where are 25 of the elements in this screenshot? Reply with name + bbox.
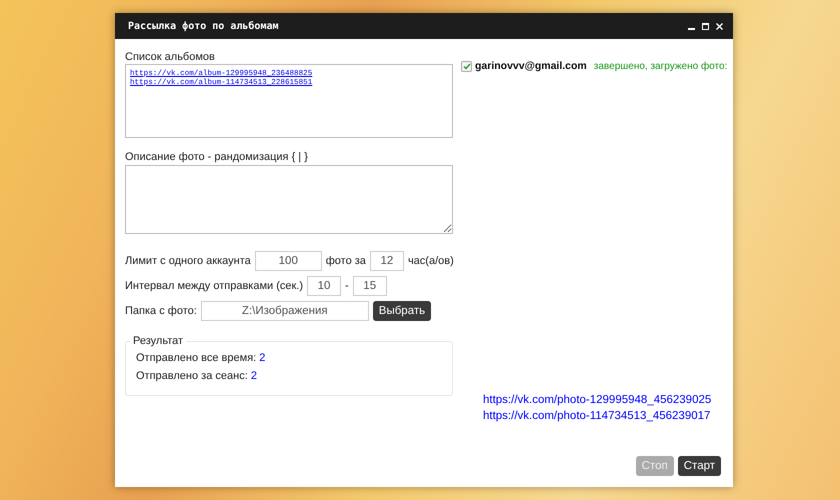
field-label: час(а/ов)	[408, 254, 454, 266]
interval-to-field[interactable]: 15	[352, 276, 387, 296]
field-label: Лимит с одного аккаунта	[125, 254, 251, 266]
limit-count-field[interactable]: 100	[254, 250, 322, 270]
separator-text: -	[345, 280, 349, 292]
result-legend: Результат	[130, 335, 186, 347]
field-label: Интервал между отправками (сек.)	[125, 280, 304, 292]
photo-link[interactable]: https://vk.com/photo-129995948_456239025	[483, 394, 731, 406]
window-title: Рассылка фото по альбомам	[128, 20, 280, 32]
interval-from-field[interactable]: 10	[307, 276, 342, 296]
folder-field[interactable]: Z:\Изображения	[200, 300, 369, 320]
field-label: Папка с фото:	[125, 304, 197, 316]
photo-link[interactable]: https://vk.com/photo-114734513_456239017	[483, 410, 731, 422]
result-row-text: Отправлено за сеанс: 2	[136, 369, 258, 384]
field-label: Список альбомов	[125, 50, 216, 64]
hours-field[interactable]: 12	[370, 250, 404, 270]
field-label: Описание фото - рандомизация { | }	[125, 150, 309, 164]
account-email: garinovvv@gmail.com	[475, 60, 587, 72]
choose-button[interactable]: Выбрать	[372, 300, 432, 320]
status-text: завершено, загружено фото:	[594, 60, 728, 72]
result-value: 2	[250, 370, 257, 382]
result-row-text: Отправлено все время: 2	[136, 351, 266, 366]
field-label: фото за	[326, 254, 366, 266]
start-button[interactable]: Старт	[678, 456, 721, 476]
result-value: 2	[259, 352, 266, 364]
